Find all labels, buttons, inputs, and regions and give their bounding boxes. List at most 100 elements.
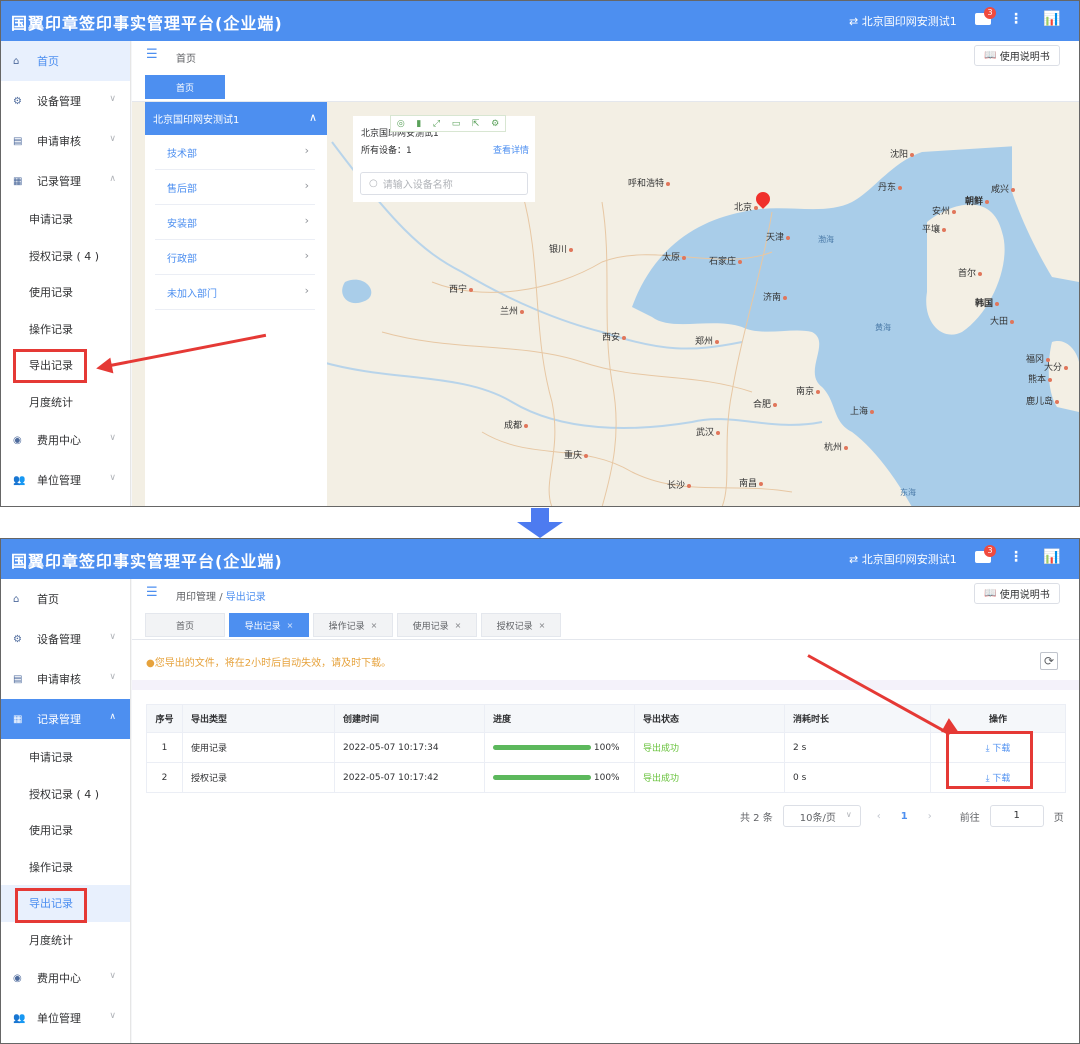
row-number: 2 xyxy=(146,762,183,793)
map-city-label: 天津 xyxy=(766,230,790,243)
download-button[interactable]: ⤓ 下载 xyxy=(930,762,1066,793)
map-city-label: 太原 xyxy=(662,250,686,263)
sidebar-sub-export[interactable]: 导出记录 xyxy=(1,885,130,922)
tab-home[interactable]: 首页 xyxy=(145,613,225,637)
map-city-label: 上海 xyxy=(850,404,874,417)
device-map[interactable]: 呼和浩特 北京 天津 沈阳 银川 太原 石家庄 西宁 兰州 济南 西安 郑州 南… xyxy=(132,102,1079,506)
sidebar-item-org[interactable]: 👥 单位管理 ∨ xyxy=(1,460,130,500)
refresh-icon[interactable]: ⟳ xyxy=(1040,652,1058,670)
chevron-right-icon: › xyxy=(304,284,309,297)
page-number[interactable]: 1 xyxy=(901,811,908,822)
sidebar-sub-apply[interactable]: 申请记录 xyxy=(1,739,130,776)
progress-bar xyxy=(493,744,591,750)
sidebar-item-records[interactable]: ▦ 记录管理 ∧ xyxy=(1,161,130,201)
mail-badge: 3 xyxy=(984,7,996,19)
tab-operation-records[interactable]: 操作记录 × xyxy=(313,613,393,637)
map-sea-label: 渤海 xyxy=(818,235,834,244)
sidebar-item-device[interactable]: ⚙ 设备管理 ∨ xyxy=(1,81,130,121)
tab-auth-records[interactable]: 授权记录 × xyxy=(481,613,561,637)
map-city-label: 兰州 xyxy=(500,304,524,317)
goto-label: 前往 xyxy=(959,812,980,824)
sidebar-item-device[interactable]: ⚙ 设备管理 ∨ xyxy=(1,619,130,659)
chart-icon[interactable]: 📊 xyxy=(1043,549,1060,565)
bookmark-icon[interactable]: ▮ xyxy=(416,119,421,129)
department-item[interactable]: 未加入部门 › xyxy=(155,275,315,310)
menu-toggle-icon[interactable]: ☰ xyxy=(146,585,158,600)
close-icon[interactable]: × xyxy=(455,621,462,630)
sidebar-item-org[interactable]: 👥 单位管理 ∨ xyxy=(1,998,130,1038)
table-row: 2 授权记录 2022-05-07 10:17:42 100% 导出成功 0 s… xyxy=(146,762,1066,793)
chevron-right-icon: › xyxy=(304,144,309,157)
export-records-table: 序号 导出类型 创建时间 进度 导出状态 消耗时长 操作 1 使用记录 2022… xyxy=(146,704,1066,793)
settings-icon[interactable]: ⚙ xyxy=(491,119,499,129)
map-city-label: 平壤 xyxy=(922,222,946,235)
chevron-right-icon: › xyxy=(304,214,309,227)
sidebar-sub-apply[interactable]: 申请记录 xyxy=(1,201,130,238)
chart-icon[interactable]: 📊 xyxy=(1043,11,1060,27)
tab-use-records[interactable]: 使用记录 × xyxy=(397,613,477,637)
progress-label: 100% xyxy=(593,742,620,753)
screen-icon[interactable]: ▭ xyxy=(452,119,461,129)
sidebar-item-review[interactable]: ▤ 申请审核 ∨ xyxy=(1,659,130,699)
map-city-label: 西安 xyxy=(602,330,626,343)
sidebar-item-fees[interactable]: ◉ 费用中心 ∨ xyxy=(1,958,130,998)
close-icon[interactable]: × xyxy=(287,621,294,630)
sidebar-item-home[interactable]: ⌂ 首页 xyxy=(1,579,130,619)
close-icon[interactable]: × xyxy=(371,621,378,630)
sidebar-sub-auth[interactable]: 授权记录 ( 4 ) xyxy=(1,238,130,275)
manual-button[interactable]: 📖 使用说明书 xyxy=(974,583,1060,604)
sidebar-sub-use[interactable]: 使用记录 xyxy=(1,812,130,849)
next-page-button[interactable]: › xyxy=(928,811,932,822)
map-city-label: 重庆 xyxy=(564,448,588,461)
sidebar-item-fees[interactable]: ◉ 费用中心 ∨ xyxy=(1,420,130,460)
map-city-label: 首尔 xyxy=(958,266,982,279)
sidebar-sub-monthly[interactable]: 月度统计 xyxy=(1,384,130,421)
sidebar: ⌂ 首页 ⚙ 设备管理 ∨ ▤ 申请审核 ∨ ▦ 记录管理 ∧ 申请记录 授权记录 ( 4 )… xyxy=(1,41,131,506)
sidebar-sub-monthly[interactable]: 月度统计 xyxy=(1,922,130,959)
tab-export-records[interactable]: 导出记录 × xyxy=(229,613,309,637)
locate-icon[interactable]: ◎ xyxy=(397,119,405,129)
device-search-input[interactable]: ○ 请输入设备名称 xyxy=(360,172,528,195)
switch-device-button[interactable]: ⇄ 北京国印网安测试1 xyxy=(849,551,957,567)
users-icon: 👥 xyxy=(13,1012,26,1024)
department-item[interactable]: 售后部 › xyxy=(155,170,315,205)
map-city-label: 沈阳 xyxy=(890,147,914,160)
sidebar-item-records[interactable]: ▦ 记录管理 ∧ xyxy=(1,699,130,739)
map-city-label: 合肥 xyxy=(753,397,777,410)
view-details-link[interactable]: 查看详情 xyxy=(493,143,529,156)
switch-device-button[interactable]: ⇄ 北京国印网安测试1 xyxy=(849,13,957,29)
sidebar-sub-use[interactable]: 使用记录 xyxy=(1,274,130,311)
chevron-down-icon: ∨ xyxy=(109,433,116,443)
records-icon: ▦ xyxy=(13,713,23,725)
fullscreen-icon[interactable]: ⤢ xyxy=(433,119,440,129)
prev-page-button[interactable]: ‹ xyxy=(877,811,881,822)
screenshot-before: 国翼印章签印事实管理平台(企业端) ⇄ 北京国印网安测试1 3 ⋮ 📊 ⌂ 首页 … xyxy=(0,0,1080,507)
department-item[interactable]: 安装部 › xyxy=(155,205,315,240)
sidebar-sub-auth[interactable]: 授权记录 ( 4 ) xyxy=(1,776,130,813)
page-size-select[interactable]: 10条/页 ∨ xyxy=(782,805,861,827)
manual-button[interactable]: 📖 使用说明书 xyxy=(974,45,1060,66)
sidebar-sub-operation[interactable]: 操作记录 xyxy=(1,311,130,348)
goto-page-input[interactable]: 1 xyxy=(989,805,1044,827)
more-menu-icon[interactable]: ⋮ xyxy=(1009,11,1023,27)
department-item[interactable]: 行政部 › xyxy=(155,240,315,275)
more-menu-icon[interactable]: ⋮ xyxy=(1009,549,1023,565)
org-header[interactable]: 北京国印网安测试1 ∧ xyxy=(145,102,327,135)
sidebar-item-review[interactable]: ▤ 申请审核 ∨ xyxy=(1,121,130,161)
map-city-label: 成都 xyxy=(504,418,528,431)
department-item[interactable]: 技术部 › xyxy=(155,135,315,170)
tab-home[interactable]: 首页 xyxy=(145,75,225,99)
sidebar-item-home[interactable]: ⌂ 首页 xyxy=(1,41,130,81)
total-count: 共 2 条 xyxy=(740,812,773,824)
chevron-down-icon: ∨ xyxy=(109,1011,116,1021)
chevron-down-icon: ∨ xyxy=(109,971,116,981)
sidebar-sub-operation[interactable]: 操作记录 xyxy=(1,849,130,886)
export-icon[interactable]: ⇱ xyxy=(472,119,480,129)
map-city-label: 北京 xyxy=(734,200,758,213)
export-records-page: ●您导出的文件，将在2小时后自动失效，请及时下载。 ⟳ 序号 导出类型 创建时间… xyxy=(132,640,1079,1043)
menu-toggle-icon[interactable]: ☰ xyxy=(146,47,158,62)
export-type: 使用记录 xyxy=(182,732,335,763)
mail-badge: 3 xyxy=(984,545,996,557)
map-country-label: 韩国 xyxy=(975,296,999,309)
close-icon[interactable]: × xyxy=(539,621,546,630)
